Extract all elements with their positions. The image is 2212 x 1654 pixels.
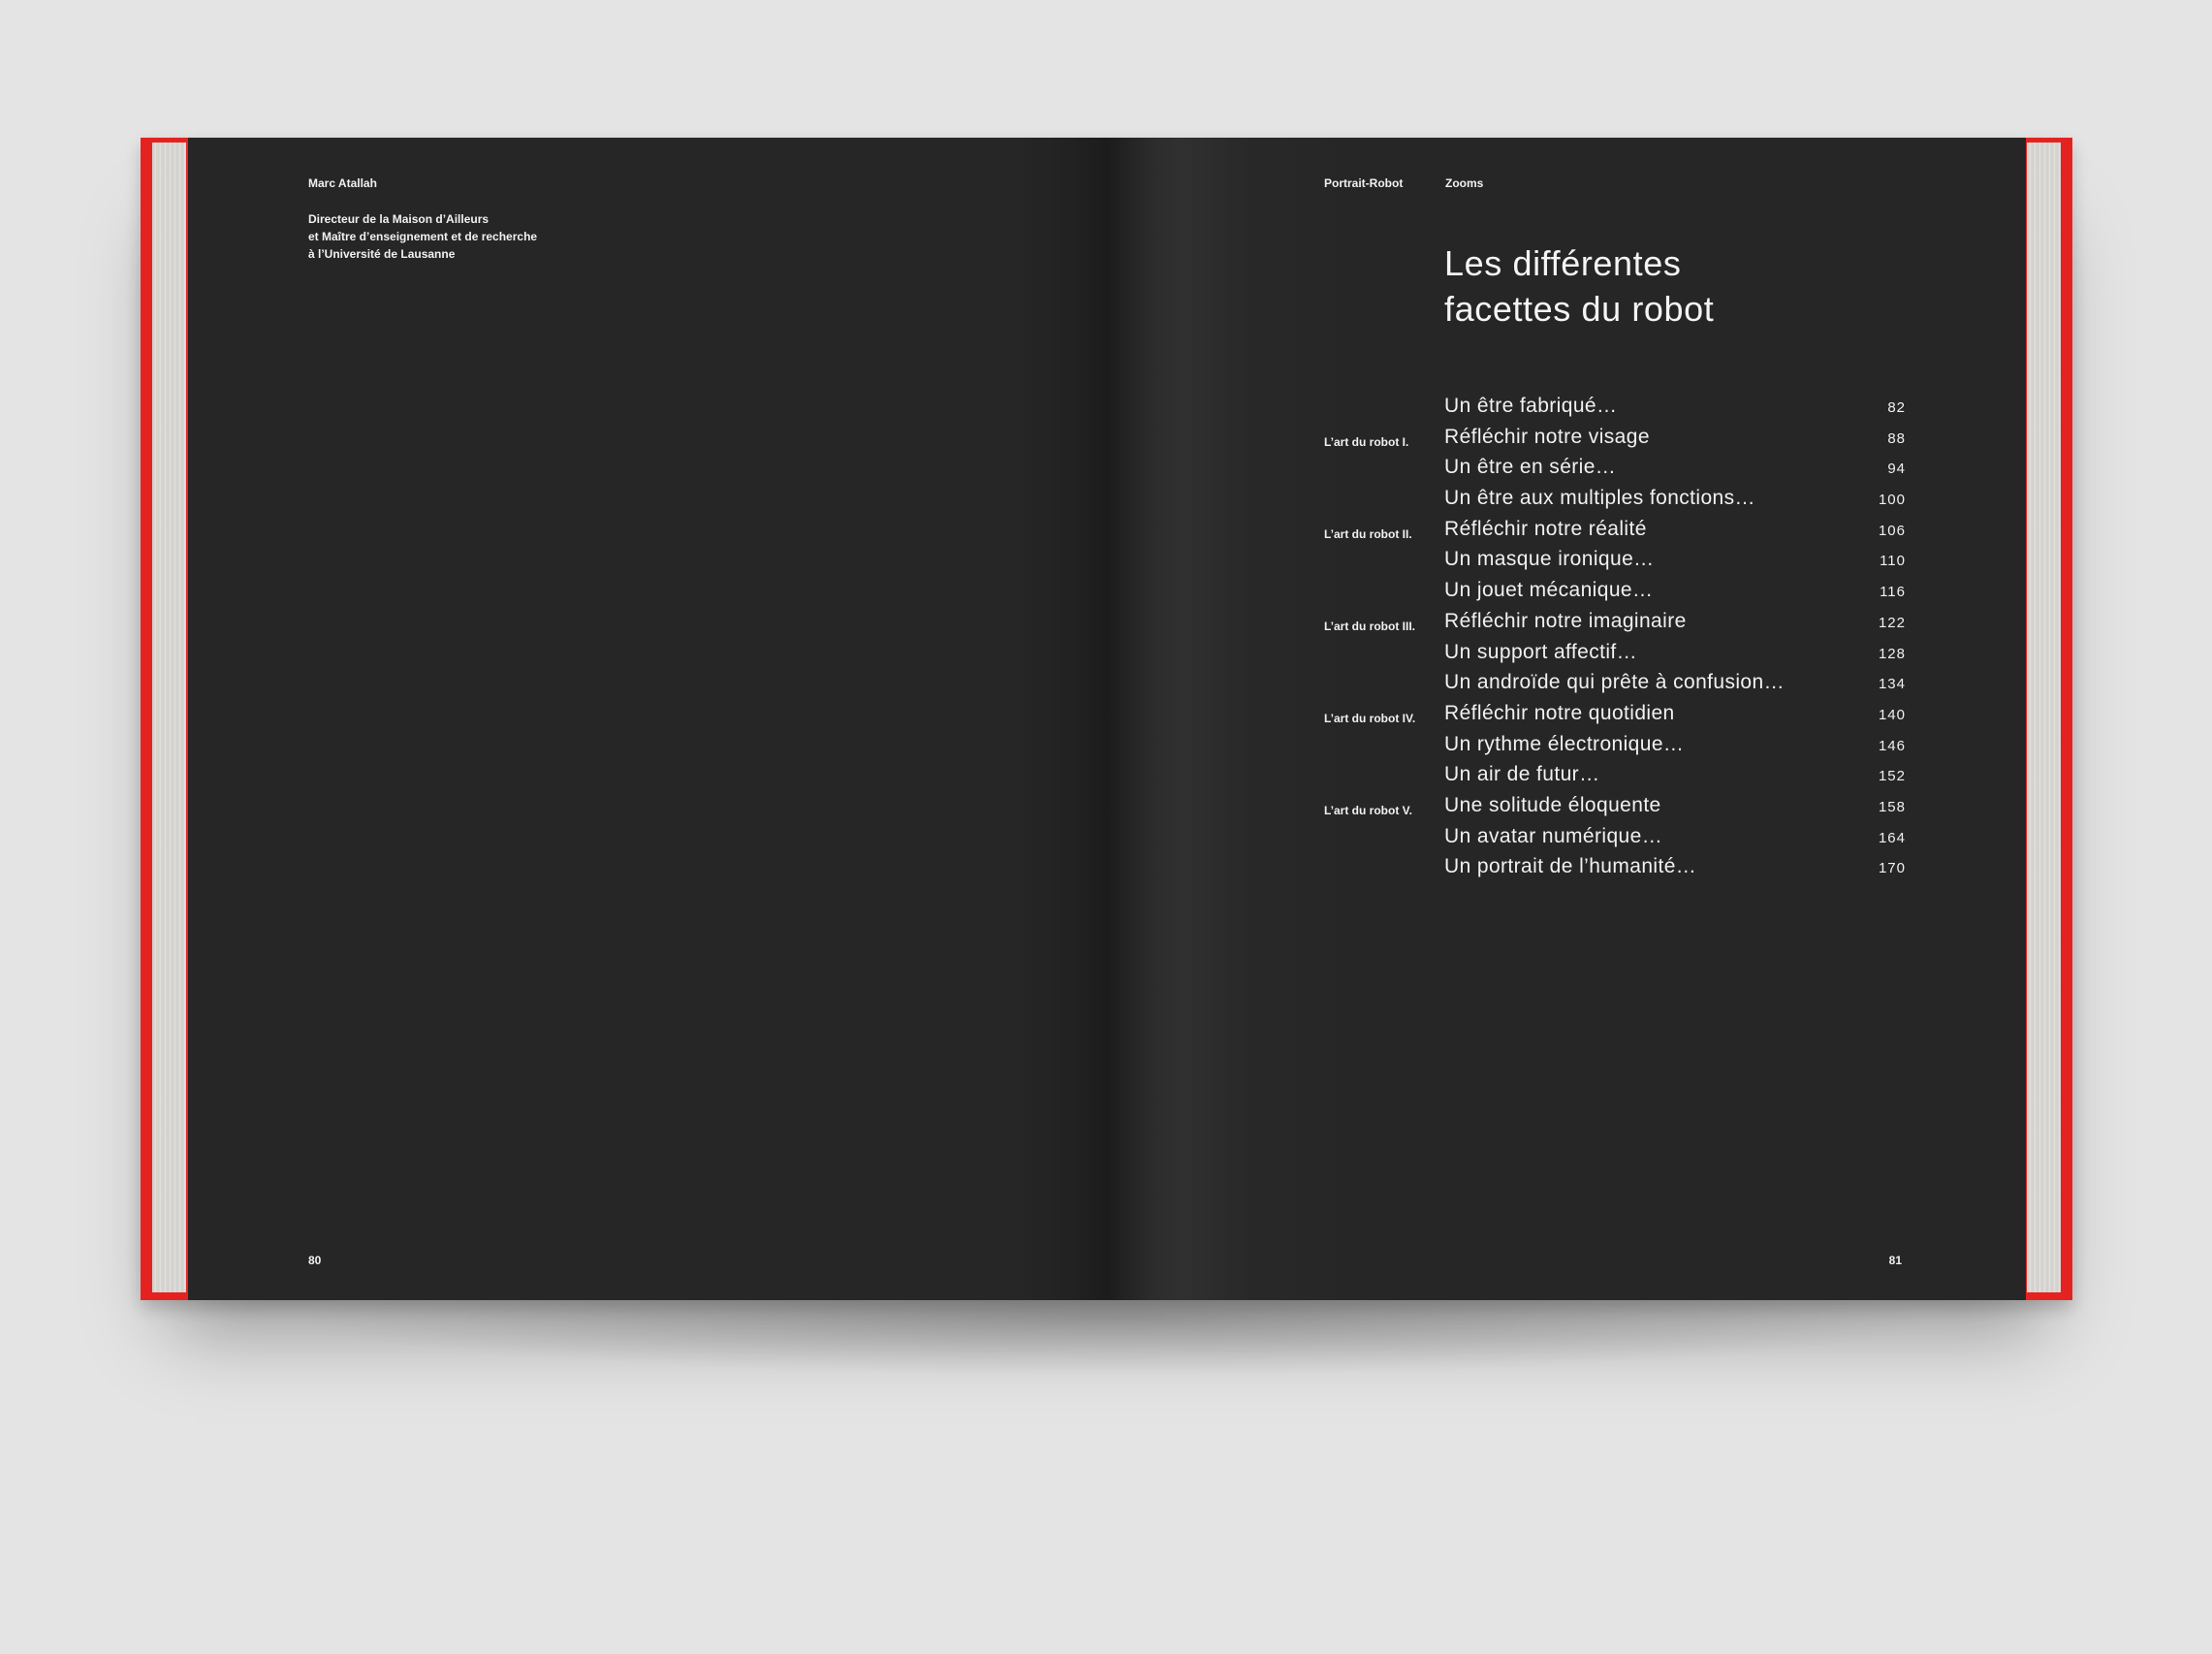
toc-entry-title: Réfléchir notre imaginaire xyxy=(1444,609,1687,632)
author-role-line: et Maître d’enseignement et de recherche xyxy=(308,230,538,243)
toc-page-number: 164 xyxy=(1878,829,1906,846)
toc-row: Un masque ironique… 110 xyxy=(1318,546,1906,577)
toc-page-number: 88 xyxy=(1887,429,1906,447)
toc-entry-title: Un être en série… xyxy=(1444,456,1617,479)
left-page-edge xyxy=(152,143,186,1292)
toc-row: Un air de futur… 152 xyxy=(1318,761,1906,792)
table-of-contents: Un être fabriqué… 82 L’art du robot I. Réfl… xyxy=(1318,393,1906,884)
author-name: Marc Atallah xyxy=(308,176,377,190)
toc-page-number: 116 xyxy=(1880,584,1906,601)
toc-entry-title: Réfléchir notre réalité xyxy=(1444,517,1647,540)
toc-row: L’art du robot II. Réfléchir notre réalit… xyxy=(1318,516,1906,547)
toc-entry-title: Un androïde qui prête à confusion… xyxy=(1444,671,1785,694)
toc-page-number: 122 xyxy=(1878,614,1906,631)
toc-part-label: L’art du robot II. xyxy=(1324,526,1412,541)
toc-page-number: 110 xyxy=(1880,553,1906,570)
left-page-number: 80 xyxy=(308,1254,322,1267)
toc-page-number: 158 xyxy=(1878,798,1906,815)
toc-entry-title: Un être fabriqué… xyxy=(1444,395,1618,417)
running-head-section: Portrait-Robot xyxy=(1324,176,1404,190)
toc-page-number: 140 xyxy=(1878,706,1906,723)
toc-row: Un être en série… 94 xyxy=(1318,454,1906,485)
author-role-line: Directeur de la Maison d’Ailleurs xyxy=(308,212,490,226)
toc-part-label: L’art du robot III. xyxy=(1324,619,1415,633)
toc-part-label: L’art du robot I. xyxy=(1324,434,1409,449)
toc-page-number: 106 xyxy=(1878,522,1906,539)
chapter-title: Les différentes facettes du robot xyxy=(1444,240,1714,332)
toc-row: Un être aux multiples fonctions… 100 xyxy=(1318,485,1906,516)
toc-entry-title: Réfléchir notre quotidien xyxy=(1444,701,1675,724)
left-page xyxy=(188,138,1107,1300)
toc-entry-title: Un air de futur… xyxy=(1444,763,1600,786)
author-role-line: à l’Université de Lausanne xyxy=(308,247,456,261)
toc-row: L’art du robot IV. Réfléchir notre quotid… xyxy=(1318,700,1906,731)
toc-part-label: L’art du robot V. xyxy=(1324,803,1412,817)
toc-row: L’art du robot I. Réfléchir notre visage 8… xyxy=(1318,424,1906,455)
toc-entry-title: Un avatar numérique… xyxy=(1444,824,1663,847)
toc-row: Un androïde qui prête à confusion… 134 xyxy=(1318,669,1906,700)
toc-row: Un rythme électronique… 146 xyxy=(1318,731,1906,762)
toc-row: L’art du robot III. Réfléchir notre imagi… xyxy=(1318,608,1906,639)
toc-page-number: 170 xyxy=(1878,860,1906,877)
chapter-title-line: Les différentes xyxy=(1444,243,1682,283)
chapter-title-line: facettes du robot xyxy=(1444,289,1715,329)
toc-row: Un support affectif… 128 xyxy=(1318,639,1906,670)
toc-entry-title: Un jouet mécanique… xyxy=(1444,579,1654,602)
toc-row: L’art du robot V. Une solitude éloquente 1… xyxy=(1318,792,1906,823)
toc-row: Un avatar numérique… 164 xyxy=(1318,823,1906,854)
toc-row: Un portrait de l’humanité… 170 xyxy=(1318,853,1906,884)
toc-page-number: 94 xyxy=(1887,461,1906,478)
toc-page-number: 128 xyxy=(1878,645,1906,662)
toc-page-number: 100 xyxy=(1878,492,1906,509)
toc-row: Un être fabriqué… 82 xyxy=(1318,393,1906,424)
toc-page-number: 134 xyxy=(1878,676,1906,693)
running-head-chapter: Zooms xyxy=(1445,176,1484,190)
right-page-edge xyxy=(2027,143,2061,1292)
toc-entry-title: Un rythme électronique… xyxy=(1444,732,1685,755)
toc-page-number: 146 xyxy=(1878,737,1906,754)
author-role: Directeur de la Maison d’Ailleurs et Maî… xyxy=(308,210,537,263)
toc-entry-title: Réfléchir notre visage xyxy=(1444,425,1650,448)
toc-part-label: L’art du robot IV. xyxy=(1324,711,1416,725)
toc-entry-title: Un être aux multiples fonctions… xyxy=(1444,487,1755,510)
right-page-number: 81 xyxy=(1888,1254,1902,1267)
toc-entry-title: Un portrait de l’humanité… xyxy=(1444,855,1697,878)
toc-page-number: 152 xyxy=(1878,768,1906,785)
toc-entry-title: Une solitude éloquente xyxy=(1444,793,1661,816)
toc-row: Un jouet mécanique… 116 xyxy=(1318,577,1906,608)
toc-page-number: 82 xyxy=(1887,399,1906,416)
toc-entry-title: Un support affectif… xyxy=(1444,640,1638,663)
toc-entry-title: Un masque ironique… xyxy=(1444,548,1655,571)
